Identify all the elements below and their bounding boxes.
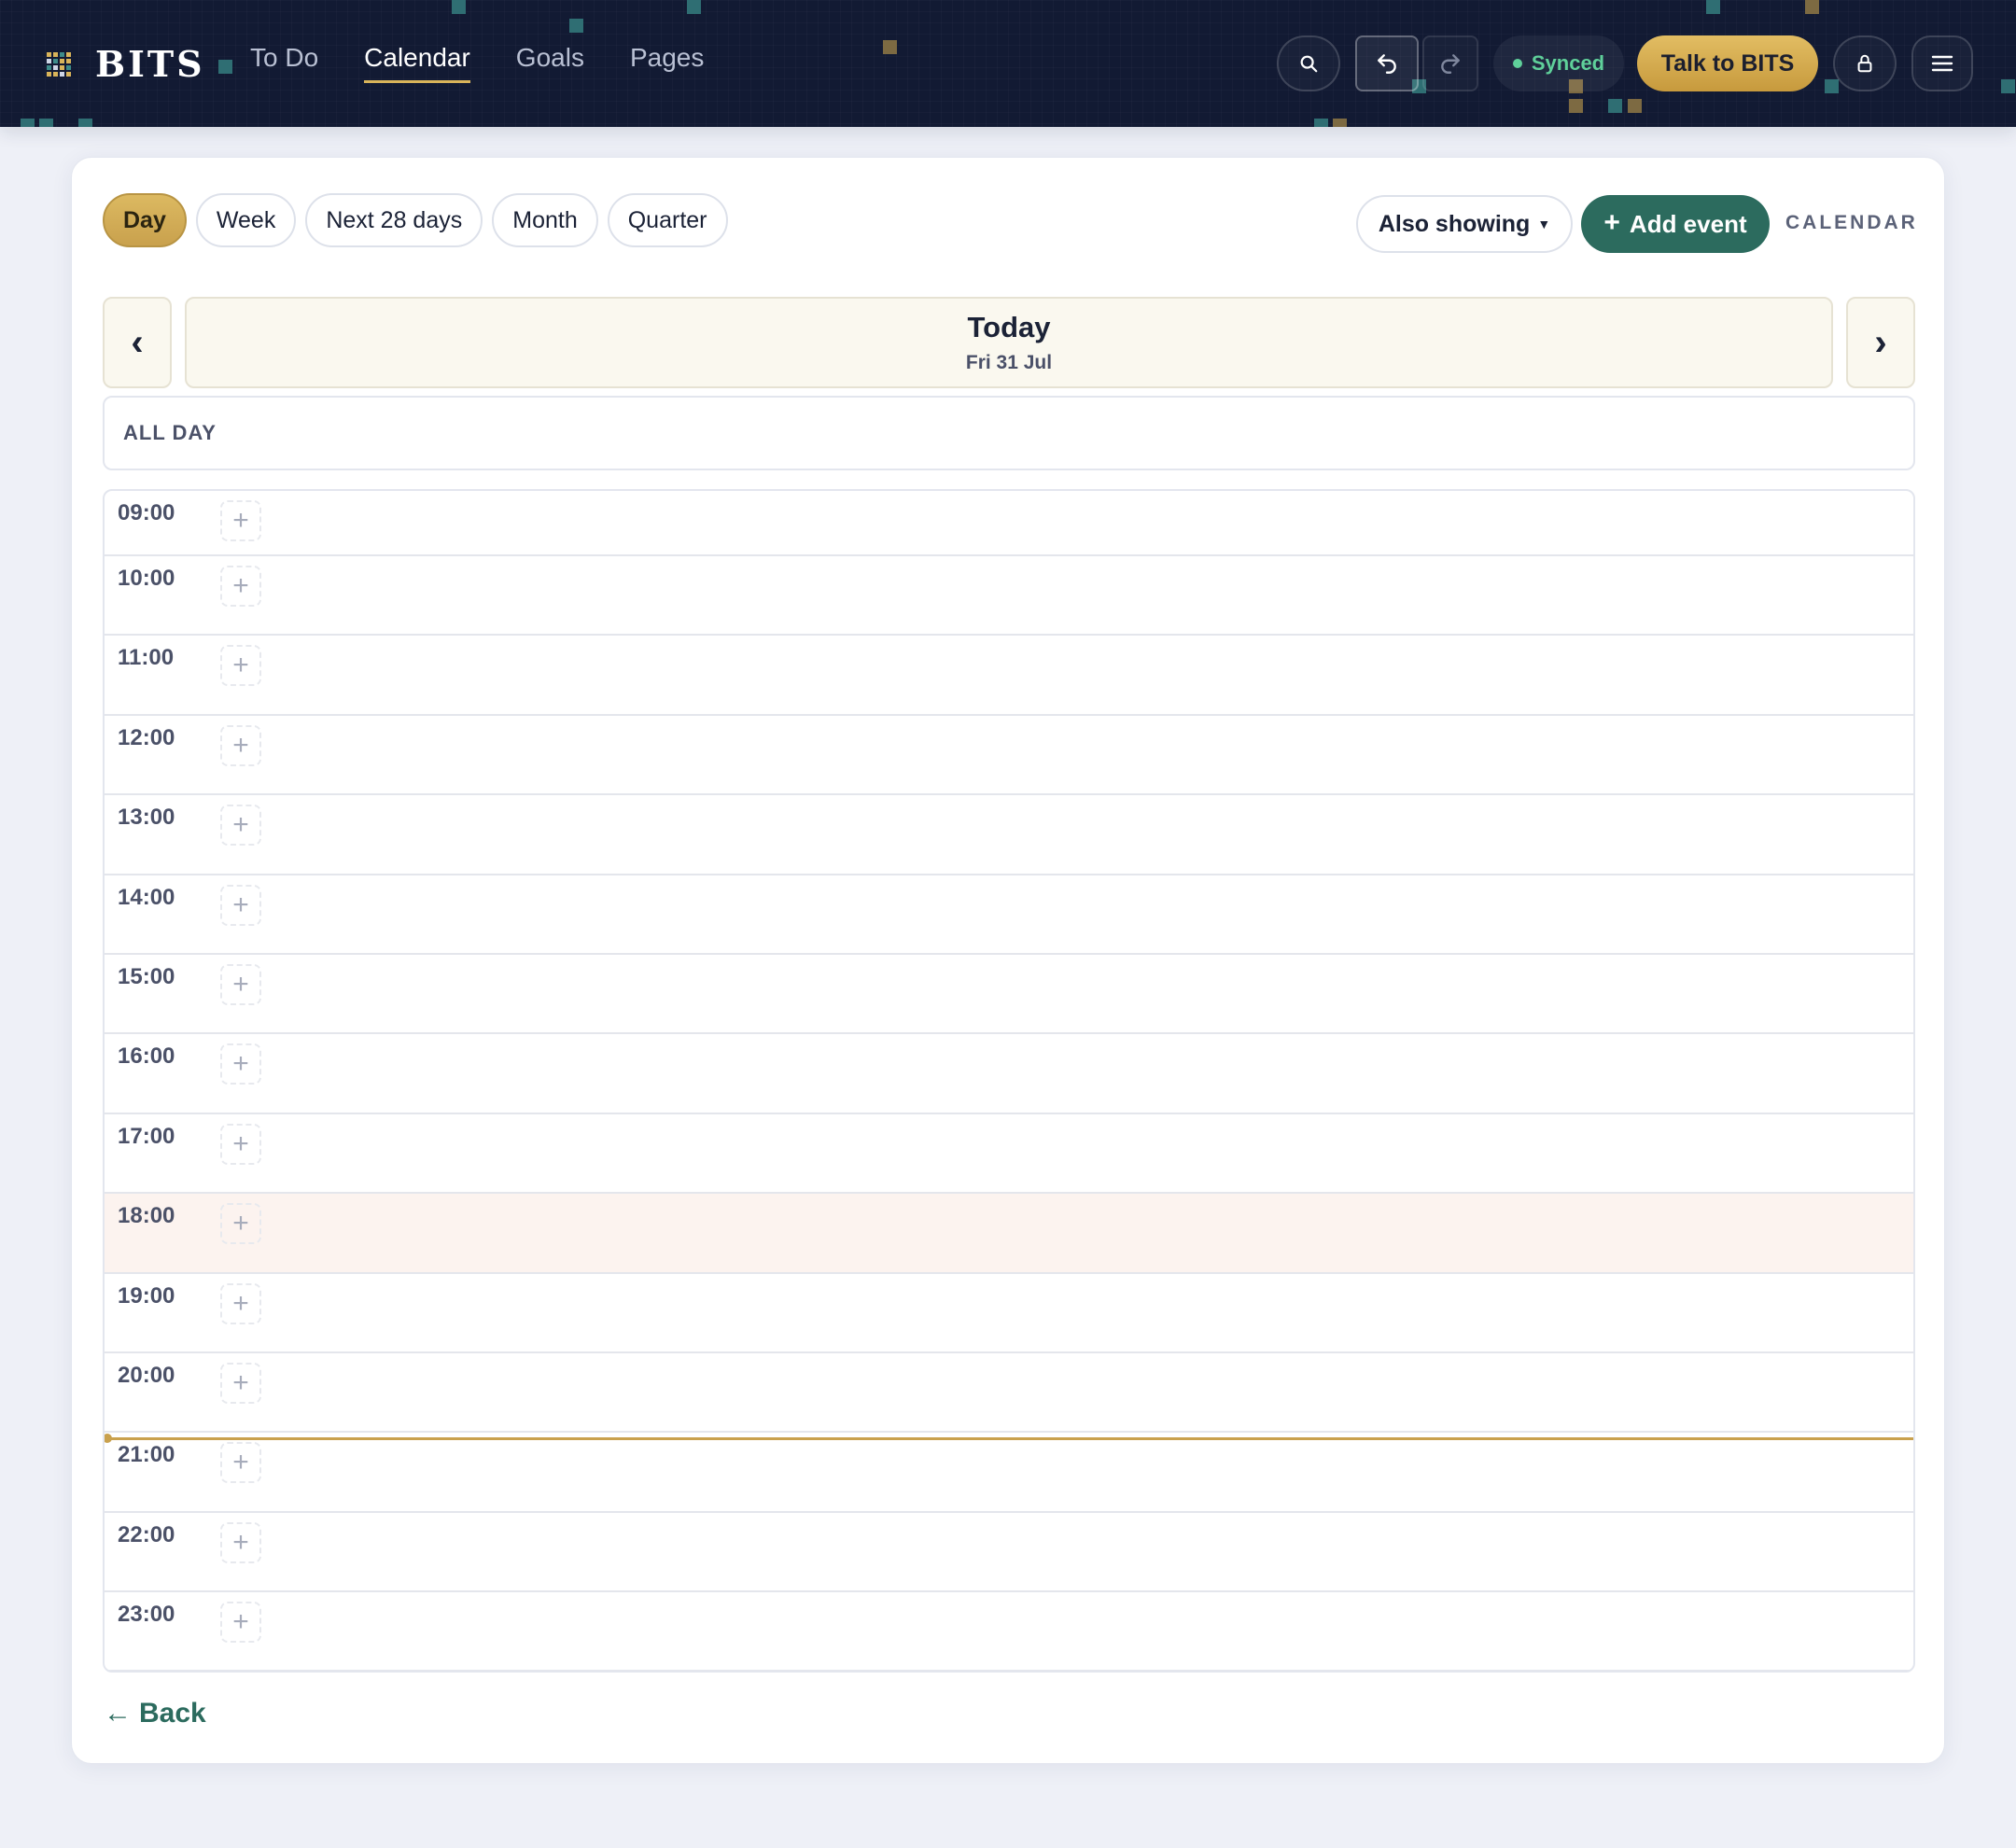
hour-slot[interactable]: 14:00 + bbox=[105, 875, 1913, 955]
add-slot-plus-icon[interactable]: + bbox=[220, 1442, 261, 1484]
tab-week[interactable]: Week bbox=[195, 193, 297, 247]
hour-label: 18:00 bbox=[118, 1203, 175, 1229]
nav-pages[interactable]: Pages bbox=[630, 43, 704, 83]
hour-slot[interactable]: 09:00 + bbox=[105, 491, 1913, 556]
add-slot-plus-icon[interactable]: + bbox=[220, 805, 261, 847]
current-time-dot-icon bbox=[105, 1434, 112, 1443]
date-subtitle: Fri 31 Jul bbox=[965, 352, 1053, 373]
hour-slot[interactable]: 13:00 + bbox=[105, 795, 1913, 875]
add-slot-plus-icon[interactable]: + bbox=[220, 645, 261, 687]
hour-label: 15:00 bbox=[118, 963, 175, 989]
hour-slot[interactable]: 11:00 + bbox=[105, 636, 1913, 716]
add-event-button[interactable]: + Add event bbox=[1581, 195, 1770, 253]
add-slot-plus-icon[interactable]: + bbox=[220, 884, 261, 926]
arrow-left-icon: ← bbox=[104, 1698, 132, 1729]
hour-slot[interactable]: 15:00 + bbox=[105, 955, 1913, 1035]
hour-label: 20:00 bbox=[118, 1362, 175, 1388]
add-slot-plus-icon[interactable]: + bbox=[220, 724, 261, 766]
tab-day[interactable]: Day bbox=[103, 193, 187, 247]
hour-slot[interactable]: 20:00 + bbox=[105, 1353, 1913, 1434]
hour-slot[interactable]: 19:00 + bbox=[105, 1274, 1913, 1353]
redo-icon bbox=[1441, 54, 1460, 74]
hour-label: 16:00 bbox=[118, 1043, 175, 1070]
hour-grid: 09:00 +10:00 +11:00 +12:00 +13:00 +14:00 +15:0… bbox=[103, 489, 1915, 1673]
view-tabs: Day Week Next 28 days Month Quarter bbox=[103, 193, 737, 247]
add-slot-plus-icon[interactable]: + bbox=[220, 1203, 261, 1245]
add-slot-plus-icon[interactable]: + bbox=[220, 1362, 261, 1404]
hour-label: 21:00 bbox=[118, 1442, 175, 1468]
undo-icon bbox=[1378, 54, 1396, 74]
add-slot-plus-icon[interactable]: + bbox=[220, 963, 261, 1005]
search-button[interactable] bbox=[1277, 35, 1340, 91]
next-day-button[interactable]: › bbox=[1846, 297, 1915, 388]
sync-status: Synced bbox=[1493, 35, 1624, 91]
menu-button[interactable] bbox=[1911, 35, 1973, 91]
hour-slot[interactable]: 22:00 + bbox=[105, 1513, 1913, 1593]
hour-label: 17:00 bbox=[118, 1123, 175, 1149]
chevron-left-icon: ‹ bbox=[131, 321, 144, 363]
hour-label: 23:00 bbox=[118, 1602, 175, 1628]
add-event-label: Add event bbox=[1629, 209, 1747, 238]
lock-icon bbox=[1857, 54, 1872, 73]
sync-dot-icon bbox=[1512, 59, 1522, 68]
tab-quarter[interactable]: Quarter bbox=[607, 193, 728, 247]
hour-label: 13:00 bbox=[118, 805, 175, 831]
chevron-right-icon: › bbox=[1874, 321, 1887, 363]
search-icon bbox=[1300, 55, 1318, 73]
tab-month[interactable]: Month bbox=[492, 193, 598, 247]
hour-slot[interactable]: 16:00 + bbox=[105, 1034, 1913, 1114]
hour-label: 11:00 bbox=[118, 645, 175, 671]
nav-todo[interactable]: To Do bbox=[250, 43, 318, 83]
hour-slot[interactable]: 17:00 + bbox=[105, 1114, 1913, 1195]
back-link[interactable]: ← Back bbox=[104, 1698, 206, 1729]
tab-next-28-days[interactable]: Next 28 days bbox=[305, 193, 483, 247]
app-name: BITS bbox=[95, 43, 205, 85]
back-label: Back bbox=[139, 1698, 206, 1729]
hour-slot[interactable]: 23:00 + bbox=[105, 1592, 1913, 1671]
hour-label: 14:00 bbox=[118, 884, 175, 910]
add-slot-plus-icon[interactable]: + bbox=[220, 1043, 261, 1085]
add-slot-plus-icon[interactable]: + bbox=[220, 1602, 261, 1644]
sync-status-label: Synced bbox=[1531, 51, 1605, 75]
redo-button[interactable] bbox=[1422, 35, 1478, 91]
add-slot-plus-icon[interactable]: + bbox=[220, 500, 261, 541]
add-slot-plus-icon[interactable]: + bbox=[220, 566, 261, 607]
date-navigator: ‹ Today Fri 31 Jul › bbox=[103, 297, 1915, 388]
hour-slot[interactable]: 10:00 + bbox=[105, 556, 1913, 637]
hour-label: 22:00 bbox=[118, 1521, 175, 1547]
all-day-section[interactable]: ALL DAY bbox=[103, 396, 1915, 470]
date-title: Today bbox=[967, 311, 1051, 343]
current-time-indicator bbox=[105, 1437, 1913, 1440]
current-date: Today Fri 31 Jul bbox=[185, 297, 1833, 388]
top-nav-bar: BITS To Do Calendar Goals Pages Synced T… bbox=[0, 0, 2016, 127]
hour-label: 09:00 bbox=[118, 500, 175, 525]
logo-icon bbox=[47, 51, 71, 77]
add-slot-plus-icon[interactable]: + bbox=[220, 1521, 261, 1563]
hour-label: 12:00 bbox=[118, 724, 175, 750]
all-day-label: ALL DAY bbox=[123, 421, 217, 444]
nav-goals[interactable]: Goals bbox=[516, 43, 584, 83]
hamburger-menu-icon bbox=[1931, 55, 1953, 72]
talk-to-bits-button[interactable]: Talk to BITS bbox=[1637, 35, 1818, 91]
previous-day-button[interactable]: ‹ bbox=[103, 297, 172, 388]
caret-down-icon: ▼ bbox=[1537, 217, 1551, 231]
calendar-card: Day Week Next 28 days Month Quarter Also… bbox=[71, 157, 1945, 1764]
also-showing-label: Also showing bbox=[1378, 210, 1531, 237]
undo-button[interactable] bbox=[1355, 35, 1419, 91]
hour-slot[interactable]: 18:00 + bbox=[105, 1194, 1913, 1274]
lock-button[interactable] bbox=[1833, 35, 1897, 91]
add-slot-plus-icon[interactable]: + bbox=[220, 1123, 261, 1165]
hour-label: 10:00 bbox=[118, 566, 175, 591]
add-slot-plus-icon[interactable]: + bbox=[220, 1282, 261, 1324]
plus-icon: + bbox=[1603, 206, 1620, 238]
brand[interactable]: BITS bbox=[47, 43, 205, 85]
nav-calendar[interactable]: Calendar bbox=[364, 43, 470, 83]
main-nav: To Do Calendar Goals Pages bbox=[250, 43, 749, 83]
hour-label: 19:00 bbox=[118, 1282, 175, 1309]
hour-slot[interactable]: 21:00 + bbox=[105, 1433, 1913, 1513]
hour-slot[interactable]: 12:00 + bbox=[105, 716, 1913, 796]
calendar-section-label: CALENDAR bbox=[1785, 212, 1918, 233]
also-showing-dropdown[interactable]: Also showing ▼ bbox=[1356, 195, 1573, 253]
